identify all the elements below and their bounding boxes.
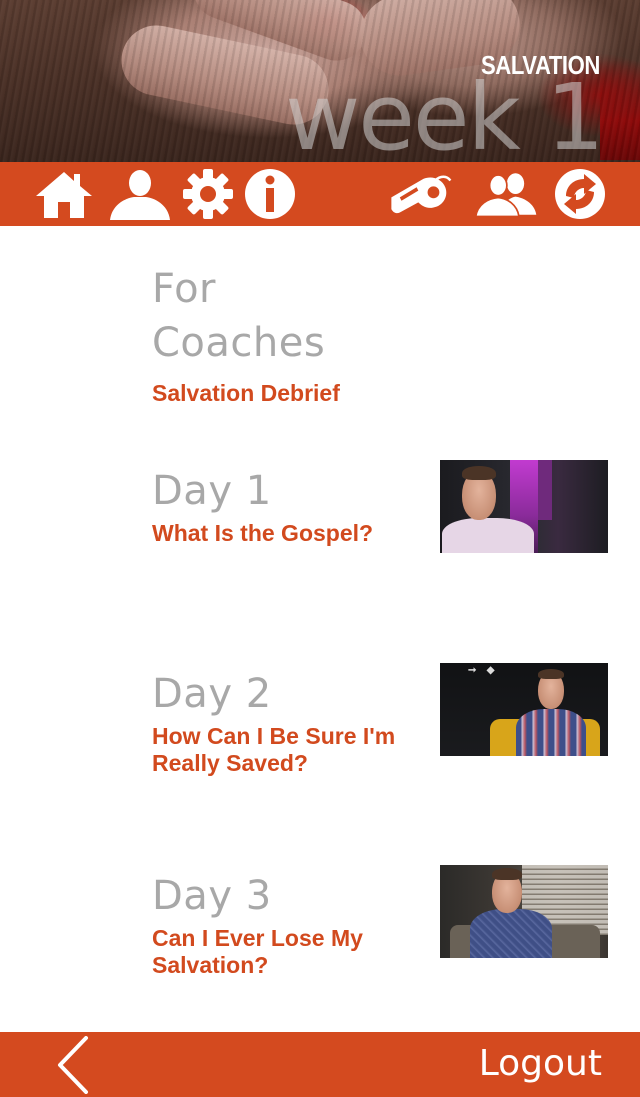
day-2-title-link[interactable]: How Can I Be Sure I'm Really Saved? <box>152 723 442 777</box>
bottom-bar: Logout <box>0 1032 640 1097</box>
coaches-heading: For Coaches <box>152 266 326 366</box>
coach-button[interactable] <box>388 166 452 222</box>
circle-arrow-icon <box>555 169 605 219</box>
group-button[interactable] <box>474 166 538 222</box>
hero-banner: week 1 SALVATION <box>0 0 640 162</box>
day-2-heading: Day 2 <box>152 671 272 717</box>
group-icon <box>474 173 537 218</box>
info-icon <box>245 169 295 219</box>
day-1-heading: Day 1 <box>152 468 272 514</box>
gear-icon <box>183 169 233 219</box>
whistle-icon <box>391 175 452 214</box>
week-label: week 1 <box>285 64 605 163</box>
profile-button[interactable] <box>108 166 172 222</box>
app-screen: week 1 SALVATION For Coaches Salvation D… <box>0 0 640 1097</box>
chevron-left-icon <box>58 1036 88 1094</box>
day-1-video-thumbnail[interactable] <box>440 460 608 553</box>
day-2-section: Day 2 How Can I Be Sure I'm Really Saved… <box>152 667 442 777</box>
day-1-title-link[interactable]: What Is the Gospel? <box>152 520 442 547</box>
day-3-heading: Day 3 <box>152 873 272 919</box>
coaches-debrief-link[interactable]: Salvation Debrief <box>152 380 442 407</box>
day-1-section: Day 1 What Is the Gospel? <box>152 464 442 547</box>
day-2-video-thumbnail[interactable]: ➞ ◆ <box>440 663 608 756</box>
refresh-button[interactable] <box>548 166 612 222</box>
day-3-section: Day 3 Can I Ever Lose My Salvation? <box>152 869 442 979</box>
settings-button[interactable] <box>176 166 240 222</box>
day-3-video-thumbnail[interactable] <box>440 865 608 958</box>
home-button[interactable] <box>32 166 96 222</box>
info-button[interactable] <box>238 166 302 222</box>
top-toolbar <box>0 162 640 226</box>
profile-icon <box>110 170 170 220</box>
back-button[interactable] <box>50 1036 100 1094</box>
logout-button[interactable]: Logout <box>479 1042 602 1086</box>
coaches-section: For Coaches Salvation Debrief <box>152 262 442 407</box>
day-3-title-link[interactable]: Can I Ever Lose My Salvation? <box>152 925 442 979</box>
home-icon <box>36 172 92 218</box>
series-title: SALVATION <box>481 50 600 80</box>
